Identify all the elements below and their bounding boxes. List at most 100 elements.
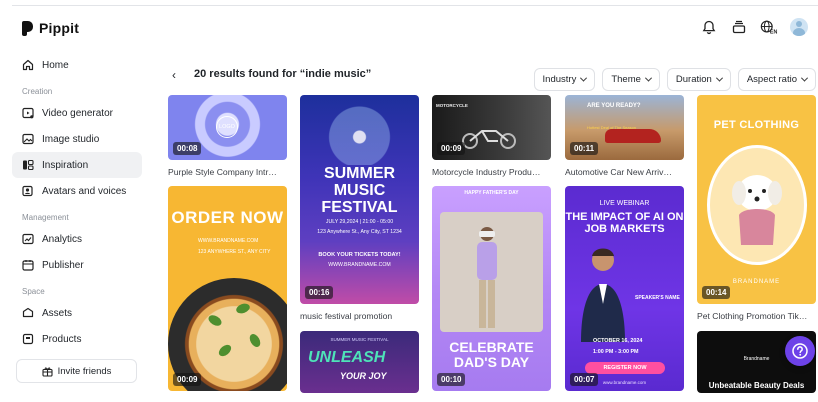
template-caption[interactable]: Automotive Car New Arriv…: [565, 167, 684, 177]
card-headline: PET CLOTHING: [713, 119, 800, 131]
sidebar-item-assets[interactable]: Assets: [12, 300, 142, 326]
duration-badge: 00:07: [570, 373, 599, 386]
template-card-fathers-day[interactable]: HAPPY FATHER'S DAY CELEBRATE DAD'S DAY 0…: [432, 186, 551, 391]
analytics-icon: [22, 233, 34, 245]
sidebar-item-label: Assets: [42, 307, 73, 319]
duration-badge: 00:09: [173, 373, 202, 386]
section-label-management: Management: [22, 213, 69, 222]
card-headline: Unbeatable Beauty Deals: [708, 381, 805, 390]
template-card-automotive[interactable]: ARE YOU READY? Hottest Deal of The Seaso…: [565, 95, 684, 160]
duration-badge: 00:11: [570, 142, 599, 155]
chevron-down-icon: [715, 74, 723, 82]
sidebar: Home Creation Video generator Image stud…: [12, 52, 142, 352]
card-text: OCTOBER 16, 2024: [593, 338, 643, 344]
sidebar-item-avatars-and-voices[interactable]: Avatars and voices: [12, 178, 142, 204]
question-mark-icon: [792, 343, 808, 359]
section-label-creation: Creation: [22, 87, 53, 96]
help-button[interactable]: [785, 336, 815, 366]
sidebar-item-label: Video generator: [42, 107, 113, 119]
home-icon: [22, 59, 34, 71]
sidebar-item-video-generator[interactable]: Video generator: [12, 100, 142, 126]
template-caption[interactable]: Pet Clothing Promotion Tik…: [697, 311, 816, 321]
card-headline: UNLEASH: [308, 349, 386, 366]
pippit-logo-icon: [22, 20, 33, 36]
app-logo[interactable]: Pippit: [22, 20, 79, 36]
card-text: 1:00 PM - 3:00 PM: [593, 349, 639, 355]
results-title: 20 results found for “indie music”: [194, 68, 372, 80]
card-text: 123 Anywhere St., Any City, ST 1234: [317, 229, 402, 235]
sidebar-item-label: Publisher: [42, 259, 84, 271]
filter-industry[interactable]: Industry: [533, 68, 596, 91]
top-actions: EN: [700, 18, 808, 36]
template-card-purple-company[interactable]: LOGO 00:08: [168, 95, 287, 160]
card-text: 123 ANYWHERE ST., ANY CITY: [198, 249, 271, 255]
sidebar-item-label: Products: [42, 333, 82, 345]
template-card-summer-music-festival[interactable]: SUMMER MUSIC FESTIVAL JULY 29,2024 | 21:…: [300, 95, 419, 304]
back-chevron-icon[interactable]: ‹: [172, 68, 176, 82]
sidebar-item-publisher[interactable]: Publisher: [12, 252, 142, 278]
inspiration-icon: [23, 159, 34, 171]
sidebar-item-home[interactable]: Home: [12, 52, 142, 78]
app-name: Pippit: [39, 20, 80, 36]
sidebar-item-label: Avatars and voices: [42, 185, 127, 197]
filter-duration[interactable]: Duration: [666, 68, 731, 91]
sidebar-item-image-studio[interactable]: Image studio: [12, 126, 142, 152]
language-globe-icon[interactable]: EN: [760, 18, 778, 36]
filter-label: Duration: [675, 74, 712, 85]
assets-icon: [22, 307, 34, 318]
logo-placeholder: LOGO: [216, 116, 238, 138]
avatar-icon: [22, 185, 33, 197]
notification-bell-icon[interactable]: [700, 18, 718, 36]
svg-text:EN: EN: [770, 30, 778, 35]
section-label-space: Space: [22, 287, 45, 296]
template-card-ai-webinar[interactable]: LIVE WEBINAR THE IMPACT OF AI ON JOB MAR…: [565, 186, 684, 391]
top-divider: [12, 5, 818, 6]
card-text: REGISTER NOW: [585, 362, 665, 374]
video-generator-icon: [22, 107, 34, 119]
sidebar-item-analytics[interactable]: Analytics: [12, 226, 142, 252]
card-text: WWW.BRANDNAME.COM: [198, 238, 259, 244]
card-text: HAPPY FATHER'S DAY: [464, 190, 519, 196]
filter-label: Industry: [542, 74, 577, 85]
dog-image: [732, 175, 782, 245]
user-avatar[interactable]: [790, 18, 808, 36]
filter-label: Theme: [611, 74, 641, 85]
duration-badge: 00:16: [305, 286, 334, 299]
template-card-unleash-your-joy[interactable]: SUMMER MUSIC FESTIVAL UNLEASH YOUR JOY: [300, 331, 419, 393]
filter-theme[interactable]: Theme: [602, 68, 660, 91]
invite-friends-button[interactable]: Invite friends: [16, 359, 137, 383]
card-text: MOTORCYCLE: [436, 103, 468, 108]
duration-badge: 00:09: [437, 142, 466, 155]
chevron-down-icon: [644, 74, 652, 82]
template-caption[interactable]: Motorcycle Industry Produ…: [432, 167, 551, 177]
card-text: LIVE WEBINAR: [599, 200, 650, 207]
card-text: BRANDNAME: [732, 279, 781, 285]
man-with-vr-headset-image: [477, 227, 497, 328]
fireworks-graphic: [300, 95, 419, 165]
chevron-down-icon: [580, 74, 588, 82]
sidebar-item-label: Home: [42, 59, 69, 71]
template-card-motorcycle[interactable]: MOTORCYCLE 00:09: [432, 95, 551, 160]
filter-aspect-ratio[interactable]: Aspect ratio: [737, 68, 816, 91]
sidebar-item-products[interactable]: Products: [12, 326, 142, 352]
card-text: JULY 29,2024 | 21:00 - 05:00: [325, 219, 394, 225]
duration-badge: 00:08: [173, 142, 202, 155]
card-text: YOUR JOY: [340, 371, 387, 381]
template-card-order-now[interactable]: ORDER NOW WWW.BRANDNAME.COM 123 ANYWHERE…: [168, 186, 287, 391]
gift-icon: [42, 366, 53, 377]
invite-friends-label: Invite friends: [57, 365, 112, 377]
sidebar-item-inspiration[interactable]: Inspiration: [12, 152, 142, 178]
template-card-pet-clothing[interactable]: PET CLOTHING BRANDNAME 00:14: [697, 95, 816, 304]
inbox-tray-icon[interactable]: [730, 18, 748, 36]
image-studio-icon: [22, 133, 34, 145]
car-image: [605, 129, 661, 143]
products-icon: [22, 333, 34, 345]
sidebar-item-label: Analytics: [42, 233, 83, 245]
template-caption[interactable]: Purple Style Company Intr…: [168, 167, 287, 177]
card-text: SPEAKER'S NAME: [635, 295, 680, 301]
template-caption[interactable]: music festival promotion: [300, 311, 419, 321]
calendar-icon: [22, 260, 34, 271]
duration-badge: 00:10: [437, 373, 466, 386]
card-text: WWW.BRANDNAME.COM: [328, 262, 391, 268]
sidebar-item-label: Image studio: [42, 133, 100, 145]
